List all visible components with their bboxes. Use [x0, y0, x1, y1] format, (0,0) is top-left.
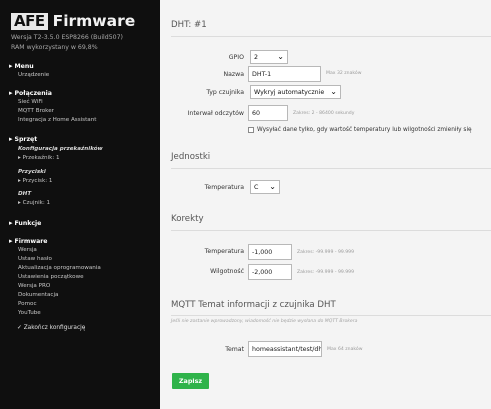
sidebar-item-pro-version[interactable]: Wersja PRO	[18, 283, 50, 289]
temp-unit-select[interactable]: C ⌄	[250, 180, 280, 194]
sidebar-item-relay-1[interactable]: ▸ Przekaźnik: 1	[18, 155, 60, 161]
send-only-on-change-label: Wysyłać dane tylko, gdy wartość temperat…	[257, 127, 472, 133]
topic-label: Temat	[225, 346, 244, 353]
sidebar-item-youtube[interactable]: YouTube	[18, 310, 41, 316]
chevron-down-icon: ⌄	[269, 182, 276, 191]
sidebar-item-wifi[interactable]: Sieć WiFi	[18, 99, 43, 105]
sidebar-item-version[interactable]: Wersja	[18, 247, 37, 253]
humidity-correction-hint: Zakres: -99.999 - 99.999	[297, 270, 355, 275]
sensor-type-select[interactable]: Wykryj automatycznie ⌄	[250, 85, 341, 99]
temp-correction-hint: Zakres: -99.999 - 99.999	[297, 250, 355, 255]
divider	[171, 168, 491, 169]
sidebar-item-set-password[interactable]: Ustaw hasło	[18, 256, 52, 262]
temp-unit-label: Temperatura	[204, 184, 244, 191]
logo[interactable]: AFE Firmware	[11, 13, 135, 30]
ram-usage: RAM wykorzystany w 69,8%	[11, 44, 98, 51]
chevron-right-icon: ▸	[9, 135, 13, 143]
gpio-select[interactable]: 2 ⌄	[250, 50, 288, 64]
send-only-on-change-checkbox[interactable]	[248, 127, 254, 133]
finish-config-link[interactable]: ✓ Zakończ konfigurację	[17, 325, 85, 331]
interval-label: Interwał odczytów	[187, 110, 244, 117]
name-hint: Max 32 znaków	[326, 71, 362, 76]
send-only-on-change-row[interactable]: Wysyłać dane tylko, gdy wartość temperat…	[248, 127, 472, 133]
divider	[171, 230, 491, 231]
relays-config-label: Konfiguracja przekaźników	[18, 146, 103, 152]
dht-label: DHT	[18, 191, 32, 197]
interval-hint: Zakres: 2 - 86400 sekundy	[293, 111, 355, 116]
sidebar-item-initial-settings[interactable]: Ustawienia początkowe	[18, 274, 84, 280]
humidity-correction-label: Wilgotność	[210, 268, 244, 275]
name-input[interactable]: DHT-1	[248, 66, 321, 82]
topic-input[interactable]: homeassistant/test/dht	[248, 341, 322, 357]
sidebar-item-mqtt-broker[interactable]: MQTT Broker	[18, 108, 54, 114]
sidebar-item-sensor-1[interactable]: ▸ Czujnik: 1	[18, 200, 50, 206]
hardware-section: ▸ Sprzęt	[9, 135, 38, 143]
chevron-right-icon: ▸	[9, 62, 13, 70]
sidebar-item-home-assistant[interactable]: Integracja z Home Assistant	[18, 117, 96, 123]
mqtt-topic-title: MQTT Temat informacji z czujnika DHT	[171, 300, 336, 310]
checkmark-icon: ✓	[17, 325, 24, 331]
sensor-type-label: Typ czujnika	[206, 89, 244, 96]
sidebar-item-documentation[interactable]: Dokumentacja	[18, 292, 58, 298]
mqtt-topic-description: Jeśli nie zostanie wprowadzony, wiadomoś…	[171, 319, 358, 324]
sidebar: AFE Firmware Wersja T2-3.5.0 ESP8266 (Bu…	[0, 0, 160, 409]
menu-section: ▸ Menu	[9, 62, 34, 70]
sidebar-item-device[interactable]: Urządzenie	[18, 72, 49, 78]
chevron-right-icon: ▸	[9, 219, 13, 227]
firmware-section: ▸ Firmware	[9, 237, 48, 245]
temp-correction-label: Temperatura	[204, 248, 244, 255]
chevron-right-icon: ▸	[9, 237, 13, 245]
topic-hint: Max 64 znaków	[327, 347, 363, 352]
save-button[interactable]: Zapisz	[172, 373, 209, 389]
sidebar-item-help[interactable]: Pomoc	[18, 301, 37, 307]
main-panel: DHT: #1 GPIO 2 ⌄ Nazwa DHT-1 Max 32 znak…	[160, 0, 491, 409]
chevron-down-icon: ⌄	[330, 87, 337, 96]
units-title: Jednostki	[171, 152, 211, 162]
corrections-title: Korekty	[171, 214, 204, 224]
page-title: DHT: #1	[171, 20, 207, 30]
gpio-label: GPIO	[228, 54, 244, 61]
name-label: Nazwa	[223, 71, 244, 78]
interval-input[interactable]: 60	[248, 105, 288, 121]
logo-text: Firmware	[52, 12, 136, 30]
divider	[171, 315, 491, 316]
functions-section[interactable]: ▸ Funkcje	[9, 219, 41, 227]
chevron-down-icon: ⌄	[277, 52, 284, 61]
sidebar-item-firmware-update[interactable]: Aktualizacja oprogramowania	[18, 265, 101, 271]
logo-box: AFE	[11, 13, 48, 30]
firmware-version: Wersja T2-3.5.0 ESP8266 (Build507)	[11, 34, 123, 41]
temp-correction-input[interactable]: -1,000	[248, 244, 292, 260]
buttons-label: Przyciski	[18, 169, 46, 175]
chevron-right-icon: ▸	[9, 89, 13, 97]
connections-section: ▸ Połączenia	[9, 89, 52, 97]
divider	[171, 36, 491, 37]
humidity-correction-input[interactable]: -2,000	[248, 264, 292, 280]
sidebar-item-button-1[interactable]: ▸ Przycisk: 1	[18, 178, 52, 184]
